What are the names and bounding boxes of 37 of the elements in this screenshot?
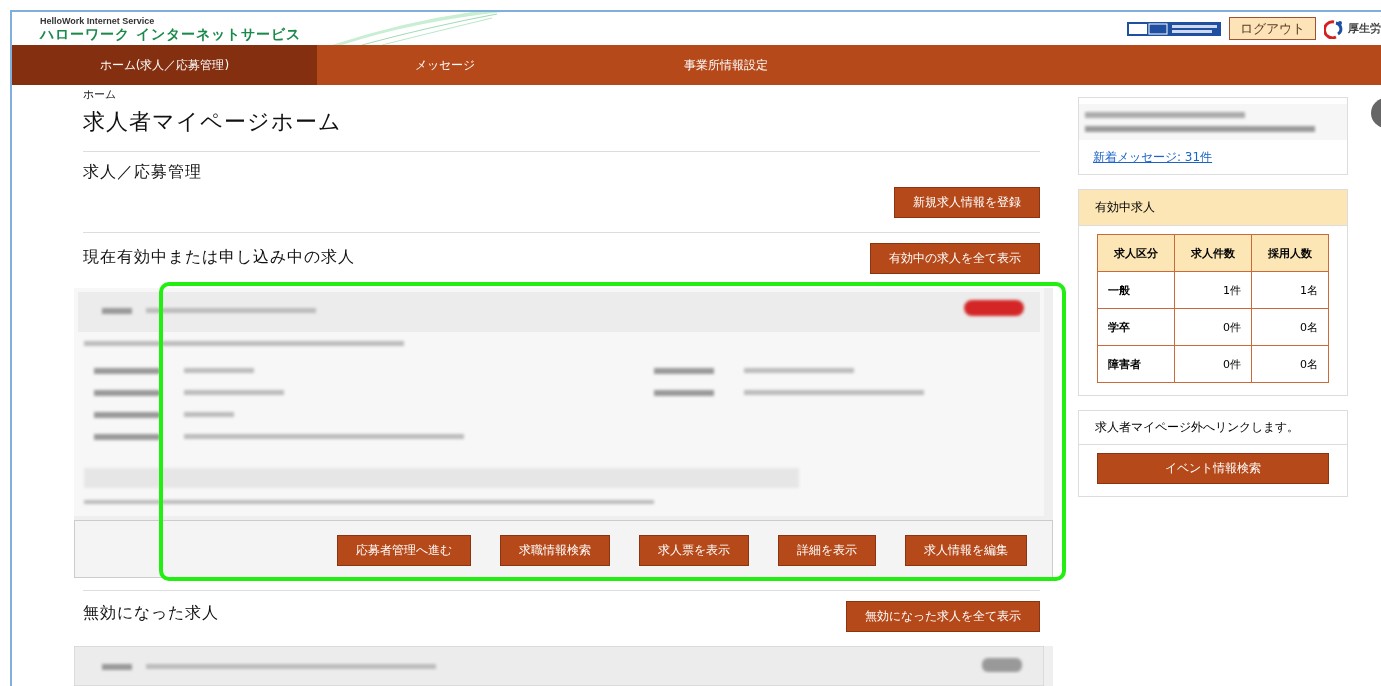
nav-tab[interactable]: ホーム(求人／応募管理)	[12, 45, 317, 85]
table-cell: 0名	[1251, 345, 1329, 383]
table-cell: 1件	[1174, 271, 1252, 309]
section-heading: 求人／応募管理	[83, 162, 202, 183]
card-title: 有効中求人	[1079, 190, 1347, 226]
action-button[interactable]: 求人情報を編集	[905, 535, 1027, 566]
action-button[interactable]: 応募者管理へ進む	[337, 535, 471, 566]
nav-tab[interactable]: メッセージ	[317, 45, 572, 85]
action-button[interactable]: 詳細を表示	[778, 535, 876, 566]
accessibility-tool-icon[interactable]	[1127, 21, 1221, 36]
action-button[interactable]: 求人票を表示	[639, 535, 749, 566]
event-search-button[interactable]: イベント情報検索	[1097, 453, 1329, 484]
logo-subtitle: HelloWork Internet Service	[40, 15, 156, 26]
logout-button[interactable]: ログアウト	[1229, 17, 1316, 40]
section-heading: 現在有効中または申し込み中の求人	[83, 246, 355, 268]
show-all-button[interactable]: 新規求人情報を登録	[894, 187, 1040, 218]
table-cell: 0件	[1174, 308, 1252, 346]
show-all-button[interactable]: 有効中の求人を全て表示	[870, 243, 1040, 274]
action-button[interactable]: 求職情報検索	[500, 535, 610, 566]
column-header: 求人件数	[1174, 234, 1252, 272]
table-cell: 学卒	[1097, 308, 1175, 346]
new-messages-link[interactable]: 新着メッセージ: 31件	[1093, 150, 1213, 164]
table-cell: 障害者	[1097, 345, 1175, 383]
breadcrumb[interactable]: ホーム	[83, 89, 1040, 101]
ministry-name: 厚生労	[1348, 21, 1381, 36]
logo-title: ハローワーク インターネットサービス	[40, 25, 301, 42]
table-cell: 1名	[1251, 271, 1329, 309]
show-all-button[interactable]: 無効になった求人を全て表示	[846, 601, 1040, 632]
card-title: 求人者マイページ外へリンクします。	[1079, 411, 1347, 445]
table-cell: 0名	[1251, 308, 1329, 346]
nav-tab[interactable]: 事業所情報設定	[572, 45, 879, 85]
section-heading: 無効になった求人	[83, 602, 219, 624]
table-cell: 一般	[1097, 271, 1175, 309]
table-cell: 0件	[1174, 345, 1252, 383]
column-header: 求人区分	[1097, 234, 1175, 272]
page-title: 求人者マイページホーム	[83, 108, 343, 136]
column-header: 採用人数	[1251, 234, 1329, 272]
